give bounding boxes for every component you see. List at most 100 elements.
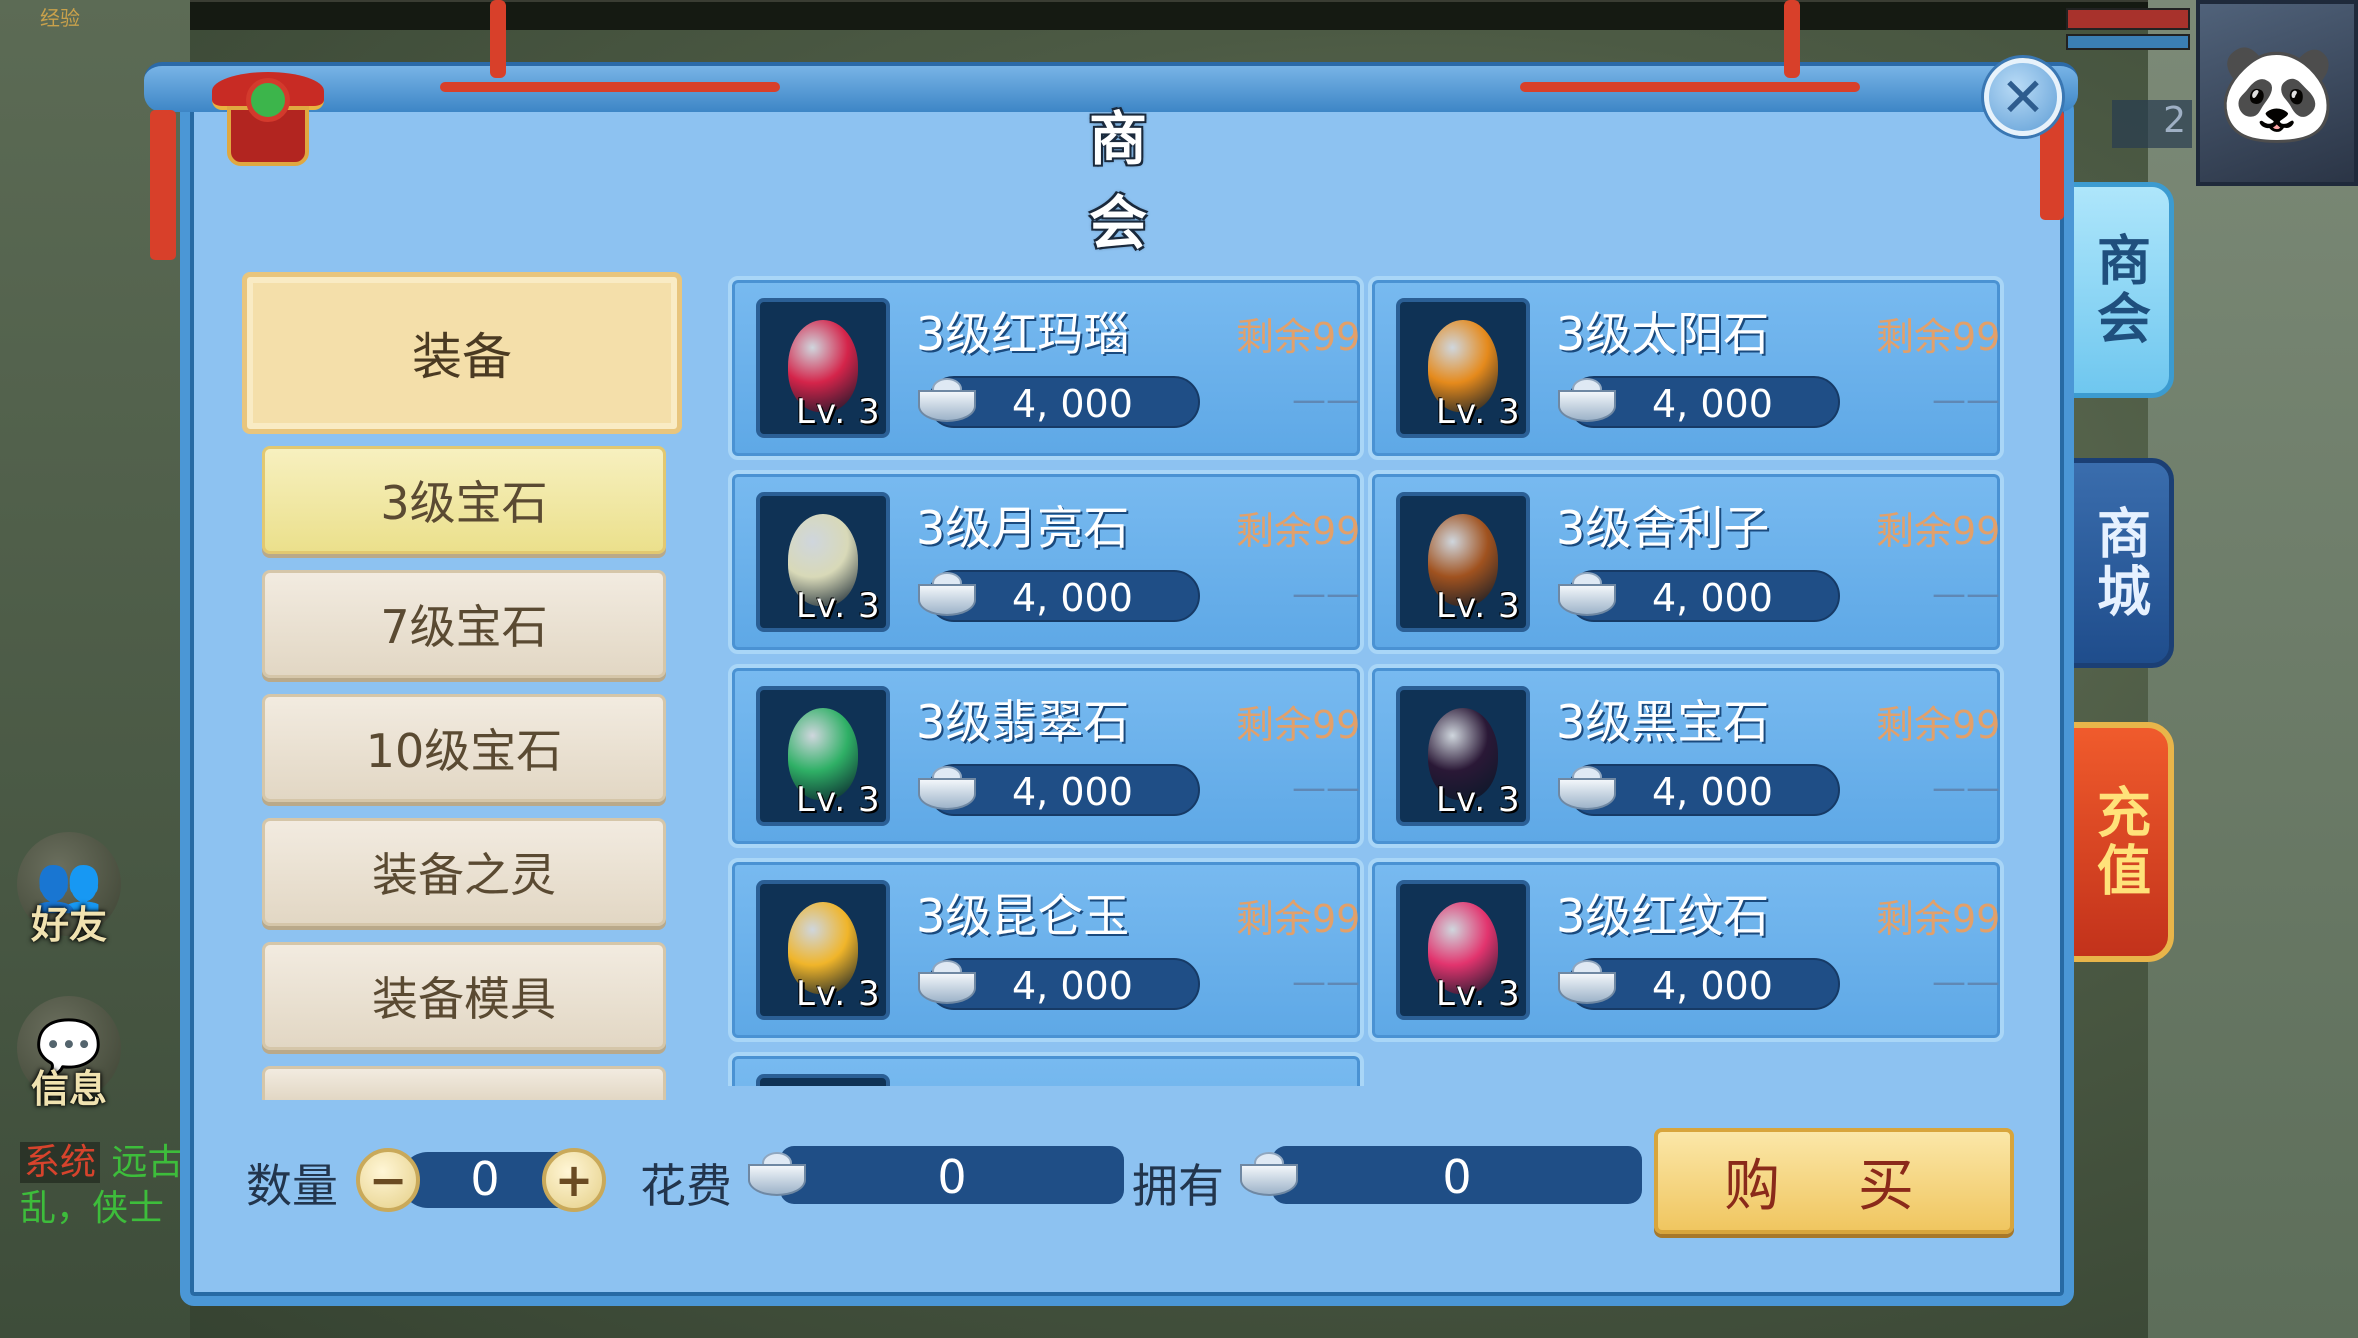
shop-item-card[interactable]: Lv. 3 3级翡翠石 剩余99 4, 000 —— bbox=[728, 664, 1364, 848]
item-level: Lv. 3 bbox=[1436, 974, 1521, 1014]
shop-item-card[interactable]: Lv. 3 3级昆仑玉 剩余99 4, 000 —— bbox=[728, 858, 1364, 1042]
quantity-label: 数量 bbox=[246, 1159, 338, 1213]
item-dash: —— bbox=[1292, 962, 1360, 1002]
silver-ingot-icon bbox=[744, 1146, 810, 1202]
gem-icon: Lv. 3 bbox=[756, 298, 890, 438]
category-item[interactable]: 3级宝石 bbox=[262, 446, 666, 554]
close-icon: ✕ bbox=[2000, 65, 2046, 129]
friends-button[interactable]: 👥 好友 bbox=[14, 832, 124, 972]
item-price-value: 4, 000 bbox=[1012, 382, 1133, 426]
silver-ingot-icon bbox=[1554, 954, 1620, 1010]
chat-system-tag: 系统 bbox=[20, 1142, 101, 1183]
lantern-coin-icon bbox=[212, 72, 324, 176]
messages-button[interactable]: 💬 信息 bbox=[14, 996, 124, 1136]
cost-label: 花费 bbox=[640, 1159, 732, 1213]
item-price-value: 4, 000 bbox=[1652, 576, 1773, 620]
friends-label: 好友 bbox=[30, 903, 107, 947]
silver-ingot-icon bbox=[1554, 372, 1620, 428]
item-level: Lv. 3 bbox=[1436, 586, 1521, 626]
plus-icon: + bbox=[554, 1153, 594, 1207]
item-price-value: 4, 000 bbox=[1652, 964, 1773, 1008]
shop-item-card[interactable]: Lv. 33级神秘石剩余994, 000—— bbox=[728, 1052, 1364, 1086]
item-name: 3级昆仑玉 bbox=[916, 889, 1130, 943]
silver-ingot-icon bbox=[1554, 566, 1620, 622]
item-remaining: 剩余99 bbox=[1876, 897, 2001, 941]
panda-avatar-icon: 🐼 bbox=[2217, 36, 2337, 149]
item-name: 3级舍利子 bbox=[1556, 501, 1770, 555]
chat-text-2: 乱，侠士 bbox=[20, 1188, 165, 1229]
tab-shanghui-label: 商会 bbox=[2087, 232, 2151, 348]
quantity-minus-button[interactable]: − bbox=[356, 1148, 420, 1212]
item-dash: —— bbox=[1292, 380, 1360, 420]
tab-shangcheng-label: 商城 bbox=[2087, 505, 2151, 621]
item-remaining: 剩余99 bbox=[1236, 897, 1361, 941]
tab-shanghui[interactable]: 商会 bbox=[2064, 182, 2174, 398]
exp-label: 经验 bbox=[40, 6, 80, 30]
chat-text-1: 远古 bbox=[111, 1142, 184, 1183]
category-item[interactable]: 装备之灵 bbox=[262, 818, 666, 926]
item-grid[interactable]: Lv. 3 3级红玛瑙 剩余99 4, 000 —— Lv. 3 3级太阳石 剩余99 4, 0… bbox=[728, 276, 2010, 1086]
owned-field: 0 bbox=[1272, 1146, 1642, 1204]
shop-item-card[interactable]: Lv. 3 3级舍利子 剩余99 4, 000 —— bbox=[1368, 470, 2004, 654]
rope-tassel-left bbox=[150, 110, 176, 260]
quantity-plus-button[interactable]: + bbox=[542, 1148, 606, 1212]
item-remaining: 剩余99 bbox=[1236, 509, 1361, 553]
category-item[interactable]: 7级宝石 bbox=[262, 570, 666, 678]
messages-label: 信息 bbox=[30, 1067, 107, 1111]
hp-bar bbox=[2066, 8, 2190, 30]
close-button[interactable]: ✕ bbox=[1984, 58, 2062, 136]
item-dash: —— bbox=[1932, 768, 2000, 808]
category-item[interactable] bbox=[262, 1066, 666, 1100]
item-price: 4, 000 bbox=[918, 958, 1200, 1010]
item-name: 3级月亮石 bbox=[916, 501, 1130, 555]
silver-ingot-icon bbox=[914, 372, 980, 428]
category-item[interactable]: 装备模具 bbox=[262, 942, 666, 1050]
tab-recharge[interactable]: 充值 bbox=[2064, 722, 2174, 962]
buy-button[interactable]: 购 买 bbox=[1654, 1128, 2014, 1234]
shop-item-card[interactable]: Lv. 3 3级月亮石 剩余99 4, 000 —— bbox=[728, 470, 1364, 654]
item-remaining: 剩余99 bbox=[1236, 1082, 1360, 1086]
item-price-value: 4, 000 bbox=[1652, 382, 1773, 426]
gem-icon: Lv. 3 bbox=[756, 880, 890, 1020]
item-dash: —— bbox=[1292, 768, 1360, 808]
shop-item-card[interactable]: Lv. 3 3级红纹石 剩余99 4, 000 —— bbox=[1368, 858, 2004, 1042]
item-price-value: 4, 000 bbox=[1652, 770, 1773, 814]
silver-ingot-icon bbox=[914, 566, 980, 622]
item-price: 4, 000 bbox=[918, 570, 1200, 622]
rope-left bbox=[440, 82, 780, 92]
chat-preview[interactable]: 系统 远古 乱，侠士 bbox=[20, 1140, 190, 1232]
shop-item-card[interactable]: Lv. 3 3级红玛瑙 剩余99 4, 000 —— bbox=[728, 276, 1364, 460]
item-remaining: 剩余99 bbox=[1876, 509, 2001, 553]
item-price-value: 4, 000 bbox=[1012, 964, 1133, 1008]
tab-shangcheng[interactable]: 商城 bbox=[2064, 458, 2174, 668]
item-dash: —— bbox=[1292, 574, 1360, 614]
gem-icon: Lv. 3 bbox=[756, 492, 890, 632]
item-name: 3级红玛瑙 bbox=[916, 307, 1130, 361]
shop-item-card[interactable]: Lv. 3 3级太阳石 剩余99 4, 000 —— bbox=[1368, 276, 2004, 460]
hanging-rope-left bbox=[490, 0, 506, 78]
gem-icon: Lv. 3 bbox=[1396, 298, 1530, 438]
player-avatar[interactable]: 🐼 bbox=[2196, 0, 2358, 186]
owned-label: 拥有 bbox=[1132, 1159, 1224, 1213]
category-equipment[interactable]: 装备 bbox=[242, 272, 682, 434]
item-price: 4, 000 bbox=[1558, 764, 1840, 816]
item-price: 4, 000 bbox=[1558, 570, 1840, 622]
shop-item-card[interactable]: Lv. 3 3级黑宝石 剩余99 4, 000 —— bbox=[1368, 664, 2004, 848]
silver-ingot-icon bbox=[1554, 760, 1620, 816]
silver-ingot-icon bbox=[1236, 1146, 1302, 1202]
item-price-value: 4, 000 bbox=[1012, 576, 1133, 620]
category-item[interactable]: 10级宝石 bbox=[262, 694, 666, 802]
item-level: Lv. 3 bbox=[796, 780, 881, 820]
page-title: 商 会 bbox=[1088, 105, 1171, 257]
item-remaining: 剩余99 bbox=[1876, 703, 2001, 747]
quantity-value[interactable]: 0 bbox=[440, 1152, 530, 1206]
owned-value: 0 bbox=[1442, 1150, 1472, 1204]
gem-icon: Lv. 3 bbox=[756, 1074, 890, 1086]
game-world-right bbox=[2148, 0, 2358, 1338]
item-price-value: 4, 000 bbox=[1012, 770, 1133, 814]
item-price: 4, 000 bbox=[1558, 376, 1840, 428]
item-name: 3级黑宝石 bbox=[1556, 695, 1770, 749]
silver-ingot-icon bbox=[914, 760, 980, 816]
mp-bar bbox=[2066, 34, 2190, 50]
item-dash: —— bbox=[1932, 380, 2000, 420]
